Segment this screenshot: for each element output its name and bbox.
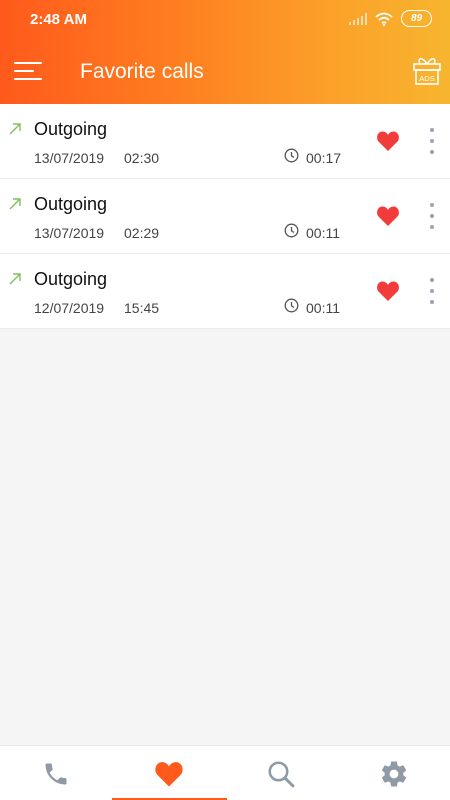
clock-icon bbox=[284, 298, 299, 313]
call-time: 02:30 bbox=[124, 150, 160, 166]
dot-icon bbox=[430, 289, 434, 293]
clock-icon bbox=[284, 223, 299, 238]
call-duration: 00:11 bbox=[306, 300, 340, 316]
battery-indicator: 89 bbox=[401, 10, 432, 27]
call-row[interactable]: Outgoing 13/07/2019 02:30 00:17 bbox=[0, 104, 450, 179]
ads-label: ADS bbox=[419, 74, 434, 83]
outgoing-arrow-icon bbox=[9, 123, 21, 135]
nav-tab-search[interactable] bbox=[225, 746, 338, 800]
gift-icon: ADS bbox=[413, 58, 441, 85]
status-time: 2:48 AM bbox=[30, 11, 87, 28]
dot-icon bbox=[430, 225, 434, 229]
search-icon bbox=[268, 761, 295, 787]
menu-line bbox=[14, 62, 42, 64]
dot-icon bbox=[430, 214, 434, 218]
app-header: 2:48 AM 89 Favorite calls ADS bbox=[0, 0, 450, 104]
phone-icon bbox=[45, 763, 67, 784]
call-type: Outgoing bbox=[34, 194, 108, 214]
call-date: 13/07/2019 bbox=[34, 225, 105, 241]
favorite-heart-icon[interactable] bbox=[376, 205, 400, 227]
clock-icon bbox=[284, 148, 299, 163]
call-duration: 00:17 bbox=[306, 150, 342, 166]
dot-icon bbox=[430, 300, 434, 304]
call-type: Outgoing bbox=[34, 119, 108, 139]
dot-icon bbox=[430, 278, 434, 282]
ads-gift-button[interactable]: ADS bbox=[412, 54, 442, 86]
status-icons: 89 bbox=[349, 10, 432, 27]
call-row[interactable]: Outgoing 13/07/2019 02:29 00:11 bbox=[0, 179, 450, 254]
favorite-heart-icon[interactable] bbox=[376, 130, 400, 152]
call-time: 15:45 bbox=[124, 300, 160, 316]
menu-line bbox=[14, 78, 42, 80]
bottom-navigation bbox=[0, 745, 450, 800]
heart-icon bbox=[155, 761, 183, 786]
call-duration: 00:11 bbox=[306, 225, 340, 241]
call-time: 02:29 bbox=[124, 225, 160, 241]
more-options-button[interactable] bbox=[426, 128, 438, 154]
menu-button[interactable] bbox=[14, 58, 44, 84]
call-type: Outgoing bbox=[34, 269, 108, 289]
favorite-calls-list: Outgoing 13/07/2019 02:30 00:17 Outgoing… bbox=[0, 104, 450, 329]
gear-icon bbox=[381, 761, 406, 786]
outgoing-arrow-icon bbox=[9, 198, 21, 210]
more-options-button[interactable] bbox=[426, 278, 438, 304]
call-date: 13/07/2019 bbox=[34, 150, 105, 166]
call-date: 12/07/2019 bbox=[34, 300, 105, 316]
wifi-icon bbox=[375, 12, 393, 26]
dot-icon bbox=[430, 139, 434, 143]
status-bar: 2:48 AM 89 bbox=[0, 0, 450, 40]
favorite-heart-icon[interactable] bbox=[376, 280, 400, 302]
toolbar: Favorite calls ADS bbox=[0, 44, 450, 100]
outgoing-arrow-icon bbox=[9, 273, 21, 285]
nav-tab-favorites[interactable] bbox=[113, 746, 226, 800]
nav-tab-calls[interactable] bbox=[0, 746, 113, 800]
page-title: Favorite calls bbox=[80, 60, 204, 83]
dot-icon bbox=[430, 203, 434, 207]
dot-icon bbox=[430, 150, 434, 154]
more-options-button[interactable] bbox=[426, 203, 438, 229]
menu-line bbox=[14, 70, 34, 72]
call-row[interactable]: Outgoing 12/07/2019 15:45 00:11 bbox=[0, 254, 450, 329]
signal-icon bbox=[349, 12, 367, 25]
dot-icon bbox=[430, 128, 434, 132]
nav-tab-settings[interactable] bbox=[338, 746, 450, 800]
